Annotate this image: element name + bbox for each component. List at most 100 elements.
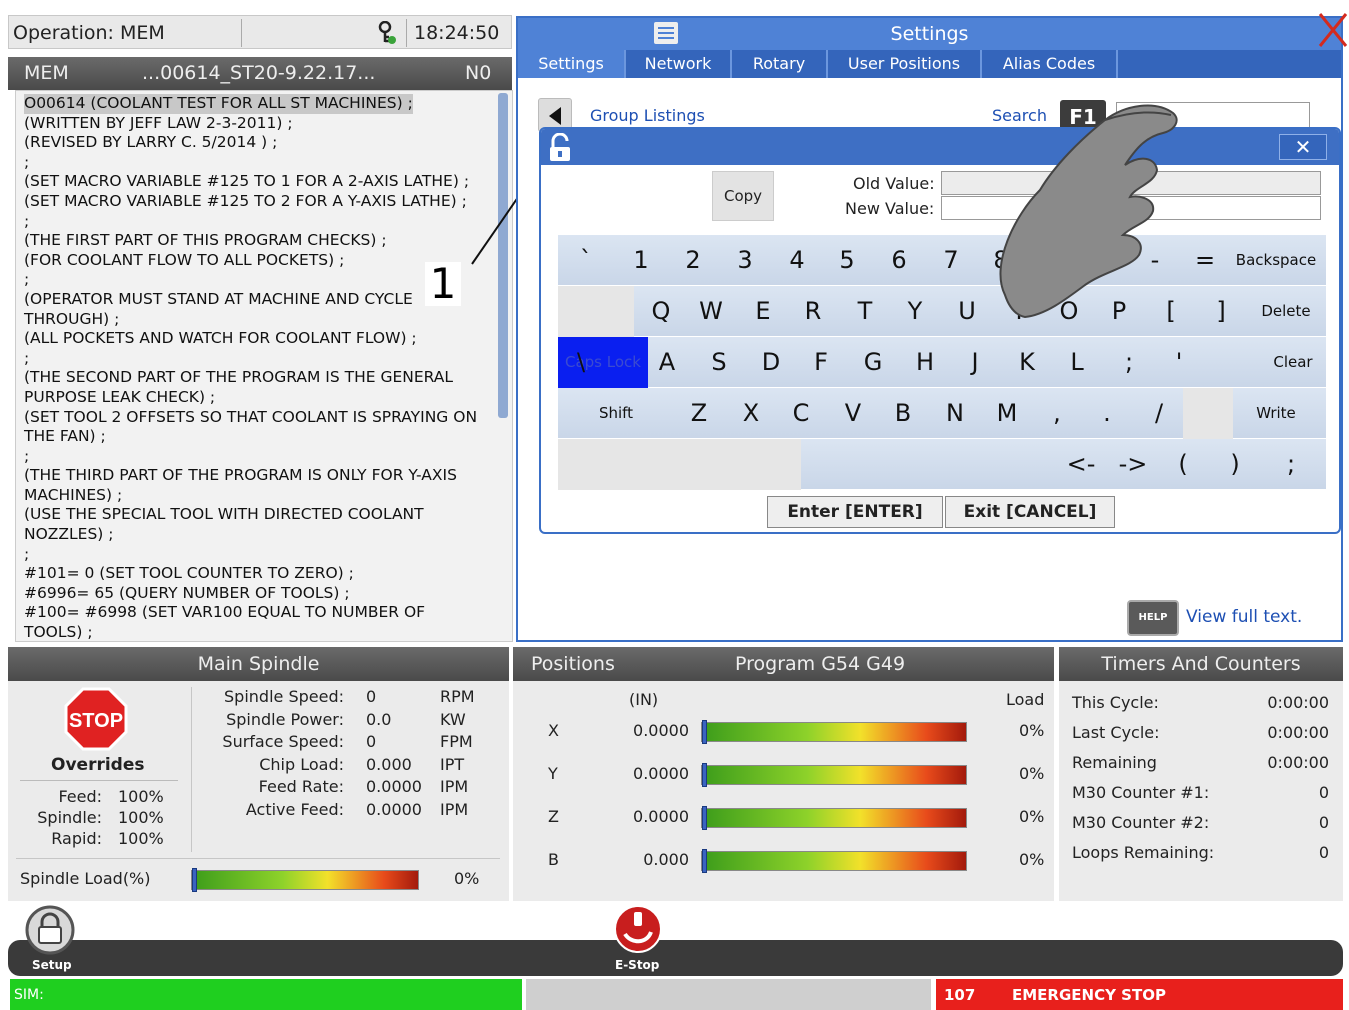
override-value[interactable]: 100% bbox=[118, 808, 164, 827]
setup-button[interactable] bbox=[24, 904, 76, 956]
key-close-paren[interactable]: ) bbox=[1212, 439, 1258, 490]
view-full-text-link[interactable]: View full text. bbox=[1186, 607, 1302, 627]
key-W[interactable]: W bbox=[688, 286, 734, 337]
program-line[interactable]: (THE THIRD PART OF THE PROGRAM IS ONLY F… bbox=[24, 466, 489, 486]
program-line[interactable]: (THE FIRST PART OF THIS PROGRAM CHECKS) … bbox=[24, 231, 489, 251]
key-B[interactable]: B bbox=[880, 388, 926, 439]
key-C[interactable]: C bbox=[778, 388, 824, 439]
program-line[interactable]: #6996= 65 (QUERY NUMBER OF TOOLS) ; bbox=[24, 584, 489, 604]
menu-icon[interactable] bbox=[654, 22, 678, 44]
key-L[interactable]: L bbox=[1054, 337, 1100, 388]
estop-button[interactable] bbox=[613, 904, 663, 954]
key-backtick[interactable]: ` bbox=[563, 235, 609, 286]
program-line[interactable]: (THE SECOND PART OF THE PROGRAM IS THE G… bbox=[24, 368, 489, 388]
copy-button[interactable]: Copy bbox=[712, 171, 774, 221]
dialog-close-button[interactable]: ✕ bbox=[1279, 134, 1327, 160]
program-line[interactable]: ; bbox=[24, 545, 489, 565]
key-tab[interactable] bbox=[558, 286, 634, 337]
key-backslash[interactable]: \ bbox=[558, 337, 604, 388]
tab-settings[interactable]: Settings bbox=[518, 50, 626, 78]
key-J[interactable]: J bbox=[952, 337, 998, 388]
key-F[interactable]: F bbox=[798, 337, 844, 388]
program-line[interactable]: (FOR COOLANT FLOW TO ALL POCKETS) ; bbox=[24, 251, 489, 271]
key-N[interactable]: N bbox=[932, 388, 978, 439]
key-S[interactable]: S bbox=[696, 337, 742, 388]
program-line[interactable]: NOZZLES) ; bbox=[24, 525, 489, 545]
key-2[interactable]: 2 bbox=[670, 235, 716, 286]
program-line[interactable]: O00614 (COOLANT TEST FOR ALL ST MACHINES… bbox=[24, 94, 413, 114]
key-quote[interactable]: ' bbox=[1156, 337, 1202, 388]
program-line[interactable]: #100= #6998 (SET VAR100 EQUAL TO NUMBER … bbox=[24, 603, 489, 623]
program-line[interactable]: #101= 0 (SET TOOL COUNTER TO ZERO) ; bbox=[24, 564, 489, 584]
tab-rotary[interactable]: Rotary bbox=[732, 50, 828, 78]
program-line[interactable]: ; bbox=[24, 270, 489, 290]
key-open-paren[interactable]: ( bbox=[1160, 439, 1206, 490]
key-M[interactable]: M bbox=[984, 388, 1030, 439]
enter-button[interactable]: Enter [ENTER] bbox=[767, 496, 943, 528]
key-1[interactable]: 1 bbox=[618, 235, 664, 286]
override-value[interactable]: 100% bbox=[118, 829, 164, 848]
key-T[interactable]: T bbox=[842, 286, 888, 337]
program-line[interactable]: (WRITTEN BY JEFF LAW 2-3-2011) ; bbox=[24, 114, 489, 134]
program-line[interactable]: ; bbox=[24, 212, 489, 232]
program-line[interactable]: PURPOSE LEAK CHECK) ; bbox=[24, 388, 489, 408]
program-line[interactable]: TOOLS) ; bbox=[24, 623, 489, 641]
key-6[interactable]: 6 bbox=[876, 235, 922, 286]
key-V[interactable]: V bbox=[830, 388, 876, 439]
program-line[interactable]: THE FAN) ; bbox=[24, 427, 489, 447]
key-delete[interactable]: Delete bbox=[1248, 286, 1324, 337]
group-listings-link[interactable]: Group Listings bbox=[590, 106, 705, 125]
key-space[interactable] bbox=[558, 439, 801, 490]
key-shift[interactable]: Shift bbox=[558, 388, 674, 439]
program-line[interactable]: (SET MACRO VARIABLE #125 TO 2 FOR A Y-AX… bbox=[24, 192, 489, 212]
key-backspace[interactable]: Backspace bbox=[1228, 235, 1324, 286]
program-line[interactable]: ; bbox=[24, 153, 489, 173]
key-A[interactable]: A bbox=[644, 337, 690, 388]
key-right-arrow[interactable]: -> bbox=[1110, 439, 1156, 490]
key-Z[interactable]: Z bbox=[676, 388, 722, 439]
key-7[interactable]: 7 bbox=[928, 235, 974, 286]
key-write[interactable]: Write bbox=[1228, 388, 1324, 439]
key-comma[interactable]: , bbox=[1034, 388, 1080, 439]
program-listing[interactable]: O00614 (COOLANT TEST FOR ALL ST MACHINES… bbox=[15, 90, 513, 642]
tab-network[interactable]: Network bbox=[626, 50, 732, 78]
key-G[interactable]: G bbox=[850, 337, 896, 388]
key-K[interactable]: K bbox=[1004, 337, 1050, 388]
key-D[interactable]: D bbox=[748, 337, 794, 388]
key-E[interactable]: E bbox=[740, 286, 786, 337]
tab-alias-codes[interactable]: Alias Codes bbox=[982, 50, 1118, 78]
program-line[interactable]: MACHINES) ; bbox=[24, 486, 489, 506]
tab-user-positions[interactable]: User Positions bbox=[828, 50, 982, 78]
program-line[interactable]: ; bbox=[24, 349, 489, 369]
key-clear[interactable]: Clear bbox=[1258, 337, 1328, 388]
key-4[interactable]: 4 bbox=[774, 235, 820, 286]
key-3[interactable]: 3 bbox=[722, 235, 768, 286]
unlock-icon[interactable] bbox=[547, 133, 573, 163]
key-Y[interactable]: Y bbox=[892, 286, 938, 337]
key-blank[interactable] bbox=[1183, 388, 1233, 439]
program-line[interactable]: ; bbox=[24, 447, 489, 467]
key-Q[interactable]: Q bbox=[638, 286, 684, 337]
program-line[interactable]: (ALL POCKETS AND WATCH FOR COOLANT FLOW)… bbox=[24, 329, 489, 349]
close-corner-icon[interactable] bbox=[1316, 12, 1349, 48]
key-slash[interactable]: / bbox=[1136, 388, 1182, 439]
program-line[interactable]: (OPERATOR MUST STAND AT MACHINE AND CYCL… bbox=[24, 290, 489, 310]
key-H[interactable]: H bbox=[902, 337, 948, 388]
key-semicolon[interactable]: ; bbox=[1106, 337, 1152, 388]
key-period[interactable]: . bbox=[1084, 388, 1130, 439]
key-X[interactable]: X bbox=[728, 388, 774, 439]
program-line[interactable]: THROUGH) ; bbox=[24, 310, 489, 330]
program-line[interactable]: (REVISED BY LARRY C. 5/2014 ) ; bbox=[24, 133, 489, 153]
alarm-indicator[interactable]: 107 EMERGENCY STOP bbox=[936, 979, 1343, 1010]
key-close-bracket[interactable]: ] bbox=[1198, 286, 1244, 337]
exit-button[interactable]: Exit [CANCEL] bbox=[945, 496, 1115, 528]
key-5[interactable]: 5 bbox=[824, 235, 870, 286]
program-line[interactable]: (USE THE SPECIAL TOOL WITH DIRECTED COOL… bbox=[24, 505, 489, 525]
program-line[interactable]: (SET MACRO VARIABLE #125 TO 1 FOR A 2-AX… bbox=[24, 172, 489, 192]
program-line[interactable]: (SET TOOL 2 OFFSETS SO THAT COOLANT IS S… bbox=[24, 408, 489, 428]
key-R[interactable]: R bbox=[790, 286, 836, 337]
help-button[interactable]: HELP bbox=[1127, 600, 1179, 636]
override-value[interactable]: 100% bbox=[118, 787, 164, 806]
key-U[interactable]: U bbox=[944, 286, 990, 337]
key-left-arrow[interactable]: <- bbox=[1058, 439, 1104, 490]
